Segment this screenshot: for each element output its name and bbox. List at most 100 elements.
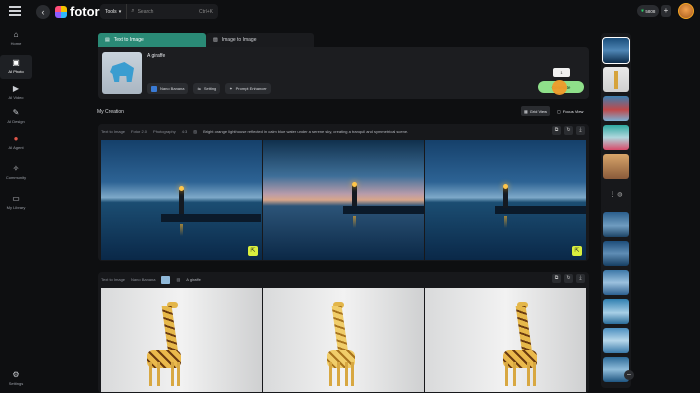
save-icon[interactable]: ⇱ <box>572 246 582 256</box>
setting-chip[interactable]: ⇋ Setting <box>193 83 221 94</box>
image-icon: ▨ <box>213 37 218 43</box>
sidebar-item-settings[interactable]: ⚙ Settings <box>0 370 32 390</box>
chip-label: Nano Banana <box>160 86 185 91</box>
community-icon: ✧ <box>12 164 20 173</box>
sidebar-item-label: My Library <box>6 205 26 210</box>
lighthouse <box>179 190 184 214</box>
giraffe-leg <box>527 362 530 386</box>
history-thumbnail[interactable] <box>603 96 629 121</box>
meta-mode: Text to Image <box>101 277 126 282</box>
image-icon: ▨ <box>193 129 198 134</box>
meta-model: Fotor 2.0 <box>131 129 148 134</box>
view-toggle: ▦ Grid View ▢ Focus View <box>521 106 586 116</box>
history-thumbnail[interactable] <box>602 37 630 64</box>
reference-thumbnail[interactable] <box>102 52 142 94</box>
tab-label: Text to Image <box>113 37 144 43</box>
sidebar-item-community[interactable]: ✧ Community <box>0 164 32 184</box>
download-icon[interactable]: ⤓ <box>576 126 585 135</box>
fotor-logo[interactable]: fotor <box>55 4 100 19</box>
more-history-button[interactable]: – <box>624 370 634 380</box>
lighthouse-light <box>352 182 357 187</box>
history-thumbnail[interactable] <box>603 328 629 353</box>
reflection <box>180 224 183 236</box>
chip-label: Setting <box>203 86 217 91</box>
grid-view-button[interactable]: ▦ Grid View <box>521 106 551 116</box>
credits-count: 5808 <box>645 8 656 14</box>
giraffe-neck <box>161 306 179 354</box>
generated-image[interactable]: ⇱ <box>101 140 262 260</box>
history-thumbnail[interactable] <box>603 212 629 237</box>
focus-icon: ▢ <box>557 108 561 114</box>
meta-mode: Text to Image <box>101 129 126 134</box>
text-icon: ▤ <box>105 37 110 43</box>
sidebar-item-label: AI Photo <box>8 69 24 74</box>
save-icon[interactable]: ⇱ <box>248 246 258 256</box>
generation-meta: Text to Image Nano Banana ▨ A giraffe <box>101 275 201 284</box>
giraffe-leg <box>171 362 174 386</box>
shore <box>495 206 586 214</box>
giraffe-leg <box>157 362 160 386</box>
generated-image[interactable]: ⇱ <box>425 140 586 260</box>
creation-group: Text to Image Fotor 2.0 Photography 4:3 … <box>98 124 589 261</box>
giraffe-neck <box>515 306 533 354</box>
download-icon[interactable]: ⤓ <box>576 274 585 283</box>
photo-icon: ▣ <box>12 58 20 67</box>
image-icon: ▨ <box>176 277 181 282</box>
prompt-options: Nano Banana ⇋ Setting ✦ Prompt Enhancer <box>147 83 271 94</box>
folder-icon: ▭ <box>12 194 20 203</box>
sidebar-item-home[interactable]: ⌂ Home <box>0 30 32 50</box>
copy-icon[interactable]: ⧉ <box>552 126 561 135</box>
credits-badge[interactable]: ❦ 5808 <box>637 5 659 17</box>
model-chip[interactable]: Nano Banana <box>147 83 189 94</box>
top-bar: ‹ fotor Tools ▾ ⌕ Search Ctrl+K ❦ 5808 + <box>0 0 700 24</box>
history-thumbnail[interactable] <box>603 299 629 324</box>
add-credits-button[interactable]: + <box>661 5 671 17</box>
sidebar-item-my-library[interactable]: ▭ My Library <box>0 194 32 214</box>
home-icon: ⌂ <box>13 30 19 39</box>
sidebar: ⌂ Home ▣ AI Photo ▶ AI Video ✎ AI Design… <box>0 24 32 393</box>
generated-image[interactable] <box>101 288 262 392</box>
history-thumbnail[interactable] <box>603 241 629 266</box>
grid-icon: ▦ <box>524 108 528 114</box>
prompt-enhancer-chip[interactable]: ✦ Prompt Enhancer <box>225 83 271 94</box>
section-title: My Creation <box>97 109 124 115</box>
giraffe-leg <box>149 362 152 386</box>
reflection <box>353 216 356 228</box>
focus-view-button[interactable]: ▢ Focus View <box>554 106 586 116</box>
video-icon: ▶ <box>12 84 20 93</box>
search-input[interactable]: Search <box>138 9 154 15</box>
meta-model: Nano Banana <box>131 277 156 282</box>
tab-text-to-image[interactable]: ▤ Text to Image <box>98 33 206 47</box>
back-arrow-icon[interactable]: ‹ <box>36 5 50 19</box>
hamburger-menu-icon[interactable] <box>9 6 21 16</box>
group-actions: ⧉ ↻ ⤓ <box>552 126 585 135</box>
reflection <box>504 216 507 228</box>
history-thumbnail[interactable] <box>603 154 629 179</box>
generated-image[interactable] <box>425 288 586 392</box>
history-thumbnail[interactable] <box>603 125 629 150</box>
history-thumbnail[interactable] <box>603 270 629 295</box>
generated-image[interactable] <box>263 140 424 260</box>
search-bar[interactable]: Tools ▾ ⌕ Search Ctrl+K <box>100 4 218 19</box>
giraffe-leg <box>337 362 340 386</box>
avatar[interactable] <box>678 3 694 19</box>
copy-icon[interactable]: ⧉ <box>552 274 561 283</box>
giraffe <box>503 300 541 386</box>
sidebar-item-ai-design[interactable]: ✎ AI Design <box>0 108 32 128</box>
lighthouse-light <box>503 184 508 189</box>
lighthouse <box>352 184 357 206</box>
sidebar-item-ai-photo[interactable]: ▣ AI Photo <box>0 55 32 79</box>
prompt-input[interactable]: A giraffe <box>147 53 165 59</box>
regenerate-icon[interactable]: ↻ <box>564 274 573 283</box>
generated-image[interactable] <box>263 288 424 392</box>
image-count-selector[interactable]: 1 <box>553 68 570 77</box>
tab-image-to-image[interactable]: ▨ Image to Image <box>206 33 314 47</box>
tools-dropdown[interactable]: Tools ▾ <box>100 4 128 19</box>
sidebar-item-ai-video[interactable]: ▶ AI Video <box>0 84 32 104</box>
meta-prompt: A giraffe <box>186 277 201 282</box>
sidebar-item-ai-agent[interactable]: ● AI Agent <box>0 134 32 154</box>
meta-ratio: 4:3 <box>181 129 188 134</box>
regenerate-icon[interactable]: ↻ <box>564 126 573 135</box>
giraffe-leg <box>329 362 332 386</box>
history-thumbnail[interactable] <box>603 67 629 92</box>
